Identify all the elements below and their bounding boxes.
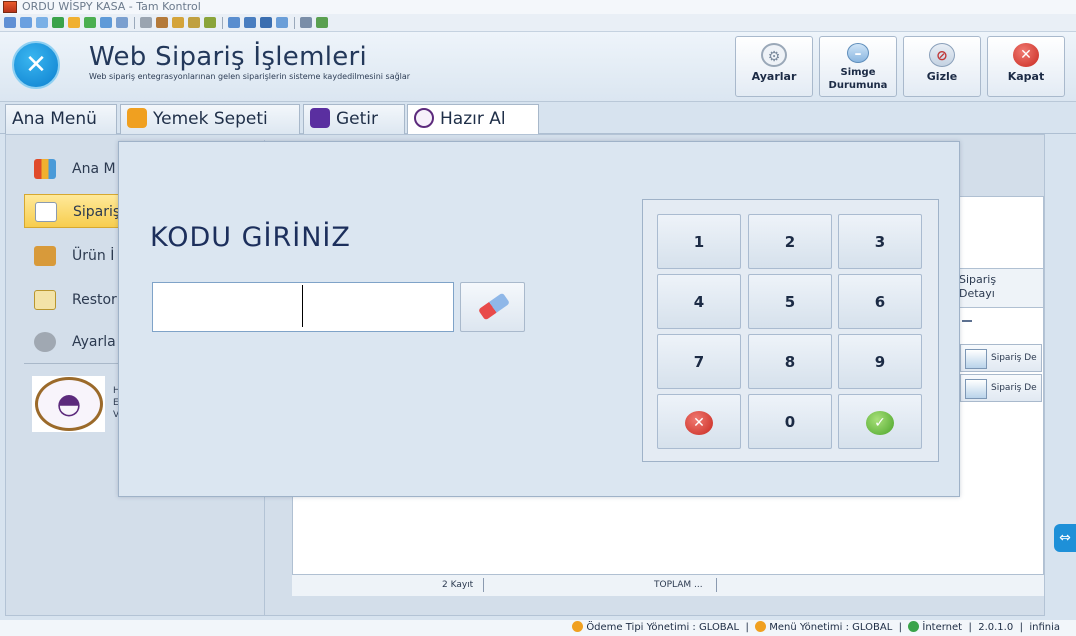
key-7[interactable]: 7 [657,334,741,389]
toolbar-icon[interactable] [20,17,32,28]
window-title: ORDU WİSPY KASA - Tam Kontrol [22,0,201,13]
toolbar-icon[interactable] [52,17,64,28]
list-icon [35,202,57,222]
toolbar-icon[interactable] [276,17,288,28]
toolbar-icon[interactable] [36,17,48,28]
toolbar-icon[interactable] [260,17,272,28]
toolbar-icon[interactable] [316,17,328,28]
key-cancel[interactable]: ✕ [657,394,741,449]
page-subtitle: Web sipariş entegrasyonlarınan gelen sip… [89,72,411,81]
toolbar-separator [134,17,135,29]
code-input[interactable] [152,282,454,332]
gears-icon [34,332,56,352]
toolbar-separator [222,17,223,29]
close-icon: ✕ [1013,43,1039,67]
tab-yemek-sepeti[interactable]: Yemek Sepeti [120,104,300,134]
internet-check-icon [908,621,920,632]
boxes-icon [34,246,56,266]
close-icon: ✕ [685,410,713,435]
minimize-button[interactable]: – Simge Durumuna [819,36,897,97]
check-icon: ✓ [866,410,894,435]
key-4[interactable]: 4 [657,274,741,329]
checklist-icon [34,290,56,310]
code-entry-dialog: KODU GİRİNİZ 1 2 3 4 5 6 7 8 9 ✕ 0 ✓ [118,141,960,497]
key-2[interactable]: 2 [748,214,832,269]
toolbar-icon[interactable] [4,17,16,28]
payment-icon [572,621,584,632]
teamviewer-icon[interactable]: ⇔ [1054,524,1076,552]
bar-chart-icon [34,159,56,179]
hazir-al-icon [414,108,434,128]
key-5[interactable]: 5 [748,274,832,329]
toolbar-icon[interactable] [140,17,152,28]
key-3[interactable]: 3 [838,214,922,269]
toolbar-icon[interactable] [68,17,80,28]
toolbar-icon[interactable] [156,17,168,28]
numeric-keypad: 1 2 3 4 5 6 7 8 9 ✕ 0 ✓ [642,199,939,462]
version-label: 2.0.1.0 [978,622,1014,633]
tab-bar: Ana Menü Yemek Sepeti Getir Hazır Al [0,102,1076,135]
toolbar-icon[interactable] [228,17,240,28]
toolbar-icon[interactable] [116,17,128,28]
key-8[interactable]: 8 [748,334,832,389]
toolbar-icon[interactable] [172,17,184,28]
toolbar-icon[interactable] [188,17,200,28]
gear-icon: ⚙ [761,43,787,67]
app-header: ✕ Web Sipariş İşlemleri Web sipariş ente… [0,32,1076,102]
clear-button[interactable] [460,282,525,332]
menu-icon [755,621,767,632]
hide-eye-icon: ⊘ [929,43,955,67]
key-confirm[interactable]: ✓ [838,394,922,449]
text-cursor [302,285,303,327]
toolbar-separator [294,17,295,29]
yemek-sepeti-icon [127,108,147,128]
footer-divider [483,578,484,592]
total-label: TOPLAM ... [654,580,703,590]
order-detail-button[interactable]: Sipariş De [960,374,1042,402]
dialog-title: KODU GİRİNİZ [150,222,351,253]
close-button[interactable]: ✕ Kapat [987,36,1065,97]
toolbar-icon[interactable] [300,17,312,28]
brand-label: infinia [1029,622,1060,633]
getir-icon [310,108,330,128]
tab-hazir-al[interactable]: Hazır Al [407,104,539,135]
window-titlebar: ORDU WİSPY KASA - Tam Kontrol [0,0,1076,14]
page-title: Web Sipariş İşlemleri [89,42,368,72]
key-9[interactable]: 9 [838,334,922,389]
detail-icon [965,349,987,369]
app-icon [3,1,17,13]
status-bar: Ödeme Tipi Yönetimi : GLOBAL | Menü Yöne… [0,620,1076,636]
bowl-icon: ◓ [35,377,103,431]
key-1[interactable]: 1 [657,214,741,269]
tab-getir[interactable]: Getir [303,104,405,134]
grid-column-header: Sipariş Detayı [958,268,1044,308]
grid-footer: 2 Kayıt TOPLAM ... [292,574,1044,596]
toolbar-icon[interactable] [84,17,96,28]
toolbar-icon[interactable] [204,17,216,28]
hazir-al-logo: ◓ [32,376,105,432]
quick-toolbar [0,14,1076,32]
footer-divider [716,578,717,592]
toolbar-icon[interactable] [244,17,256,28]
record-count: 2 Kayıt [442,580,474,590]
minimize-icon: – [847,43,869,63]
toolbar-icon[interactable] [100,17,112,28]
fork-knife-logo-icon: ✕ [12,41,60,89]
eraser-icon [477,292,511,321]
hide-button[interactable]: ⊘ Gizle [903,36,981,97]
detail-icon [965,379,987,399]
grid-dash [962,320,972,322]
order-detail-button[interactable]: Sipariş De [960,344,1042,372]
key-0[interactable]: 0 [748,394,832,449]
settings-button[interactable]: ⚙ Ayarlar [735,36,813,97]
key-6[interactable]: 6 [838,274,922,329]
tab-ana-menu[interactable]: Ana Menü [5,104,117,134]
